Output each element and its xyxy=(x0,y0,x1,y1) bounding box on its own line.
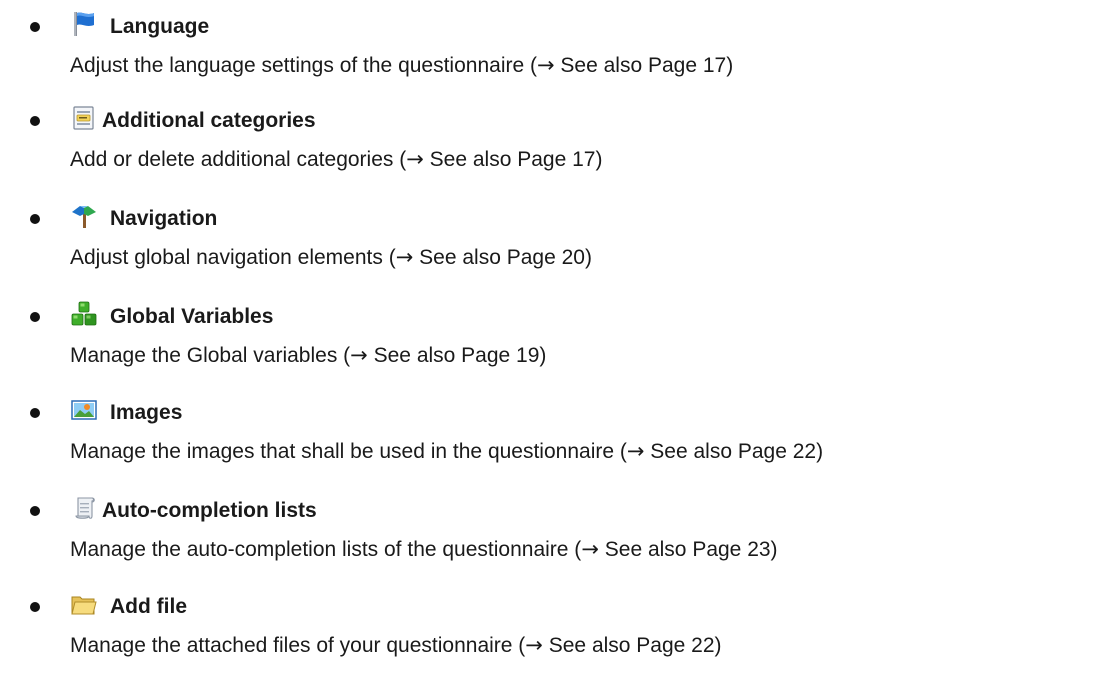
list-item-images: Images Manage the images that shall be u… xyxy=(0,386,1106,476)
blue-flag-icon xyxy=(70,10,98,38)
bullet xyxy=(30,408,40,418)
item-title: Language xyxy=(110,15,210,38)
list-item-auto-completion-lists: Auto-completion lists Manage the auto-co… xyxy=(0,484,1106,574)
item-description: Manage the images that shall be used in … xyxy=(70,439,824,463)
list-item-add-file: Add file Manage the attached files of yo… xyxy=(0,580,1106,670)
item-description: Adjust the language settings of the ques… xyxy=(70,53,734,77)
document-category-icon xyxy=(70,104,98,132)
item-description: Manage the attached files of your questi… xyxy=(70,633,722,657)
navigation-signpost-icon xyxy=(70,202,98,230)
right-arrow-icon: → xyxy=(581,537,599,561)
right-arrow-icon: → xyxy=(626,439,645,463)
bullet xyxy=(30,602,40,612)
bullet xyxy=(30,506,40,516)
item-description: Manage the auto-completion lists of the … xyxy=(70,537,778,561)
right-arrow-icon: → xyxy=(350,343,368,367)
item-title: Auto-completion lists xyxy=(102,499,317,522)
right-arrow-icon: → xyxy=(406,147,424,171)
folder-icon xyxy=(70,590,98,618)
bullet xyxy=(30,312,40,322)
right-arrow-icon: → xyxy=(536,53,555,77)
list-item-language: Language Adjust the language settings of… xyxy=(0,0,1106,90)
list-item-additional-categories: Additional categories Add or delete addi… xyxy=(0,94,1106,184)
item-title: Additional categories xyxy=(102,109,316,132)
item-title: Navigation xyxy=(110,207,218,230)
right-arrow-icon: → xyxy=(525,633,543,657)
item-title: Add file xyxy=(110,595,187,618)
bullet xyxy=(30,214,40,224)
item-description: Manage the Global variables (→ See also … xyxy=(70,343,547,367)
bullet xyxy=(30,22,40,32)
item-title: Global Variables xyxy=(110,305,274,328)
green-cubes-icon xyxy=(70,300,98,328)
item-description: Add or delete additional categories (→ S… xyxy=(70,147,603,171)
right-arrow-icon: → xyxy=(395,245,414,269)
list-item-navigation: Navigation Adjust global navigation elem… xyxy=(0,192,1106,282)
picture-icon xyxy=(70,396,98,424)
bullet xyxy=(30,116,40,126)
item-title: Images xyxy=(110,401,183,424)
item-description: Adjust global navigation elements (→ See… xyxy=(70,245,592,269)
scroll-list-icon xyxy=(72,494,100,522)
list-item-global-variables: Global Variables Manage the Global varia… xyxy=(0,290,1106,380)
